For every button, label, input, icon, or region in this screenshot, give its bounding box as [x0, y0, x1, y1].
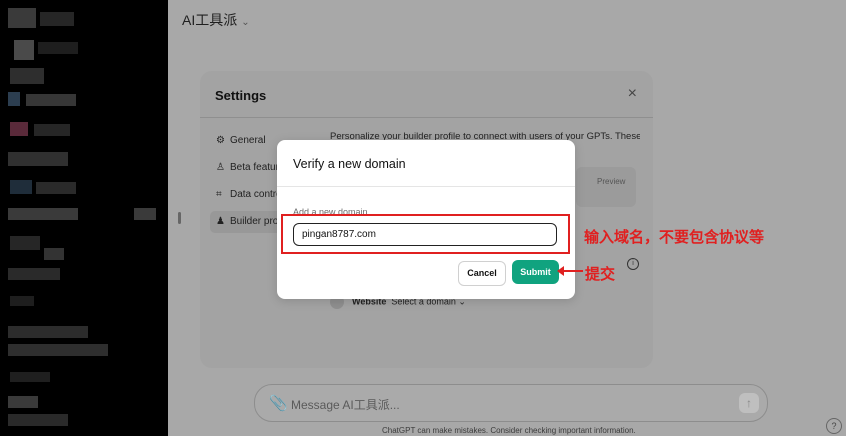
user-icon: ♟ [216, 216, 225, 227]
sidebar-blur-block [8, 344, 108, 356]
submit-button[interactable]: Submit [512, 260, 559, 284]
model-selector[interactable]: AI工具派 ⌄ [182, 10, 250, 30]
sidebar-blur-block [8, 414, 68, 426]
nav-label: General [230, 135, 266, 146]
divider [277, 186, 575, 187]
divider [200, 117, 653, 118]
sidebar-blur-block [10, 68, 44, 84]
sidebar-blur-block [40, 12, 74, 26]
preview-card [576, 167, 636, 207]
preview-label: Preview [597, 177, 626, 186]
app-title: AI工具派 [182, 12, 238, 28]
message-input[interactable]: Message AI工具派... [291, 396, 400, 413]
sidebar-blur-block [10, 296, 34, 306]
sidebar-blur-block [134, 208, 156, 220]
flask-icon: ♙ [216, 162, 225, 173]
sidebar-blur-block [10, 122, 28, 136]
sidebar-blur-block [10, 236, 40, 250]
annotation-arrow [561, 270, 583, 272]
disclaimer-text: ChatGPT can make mistakes. Consider chec… [382, 426, 636, 435]
sidebar-toggle-handle[interactable] [178, 212, 181, 224]
annotation-highlight-box [281, 214, 570, 254]
sidebar-blur-block [44, 248, 64, 260]
gear-icon: ⚙ [216, 135, 225, 146]
arrow-left-icon [557, 266, 564, 276]
sidebar-blur-block [36, 182, 76, 194]
database-icon: ⌗ [216, 189, 222, 200]
paperclip-icon[interactable]: 📎 [269, 394, 288, 412]
sidebar-blur-block [34, 124, 70, 136]
annotation-submit-note: 提交 [585, 266, 616, 283]
sidebar-blur-block [8, 8, 36, 28]
help-button[interactable]: ? [826, 418, 842, 434]
annotation-input-note: 输入域名，不要包含协议等 [584, 229, 765, 246]
send-button[interactable]: ↑ [739, 393, 759, 413]
sidebar-blur-block [8, 92, 20, 106]
sidebar-blur-block [8, 268, 60, 280]
sidebar-blur-block [10, 372, 50, 382]
chevron-down-icon: ⌄ [241, 17, 250, 28]
sidebar-blur-block [38, 42, 78, 54]
sidebar-blur-block [8, 396, 38, 408]
sidebar-blur-block [14, 40, 34, 60]
sidebar-blur-block [10, 180, 32, 194]
cancel-button[interactable]: Cancel [458, 261, 506, 286]
close-icon[interactable]: × [628, 85, 637, 103]
sidebar [0, 0, 168, 436]
sidebar-blur-block [8, 326, 88, 338]
message-composer[interactable]: 📎 Message AI工具派... ↑ [254, 384, 768, 422]
sidebar-blur-block [8, 208, 78, 220]
sidebar-blur-block [26, 94, 76, 106]
sidebar-blur-block [8, 152, 68, 166]
settings-title: Settings [215, 88, 267, 103]
dialog-title: Verify a new domain [293, 157, 406, 171]
info-icon[interactable]: i [627, 258, 639, 270]
